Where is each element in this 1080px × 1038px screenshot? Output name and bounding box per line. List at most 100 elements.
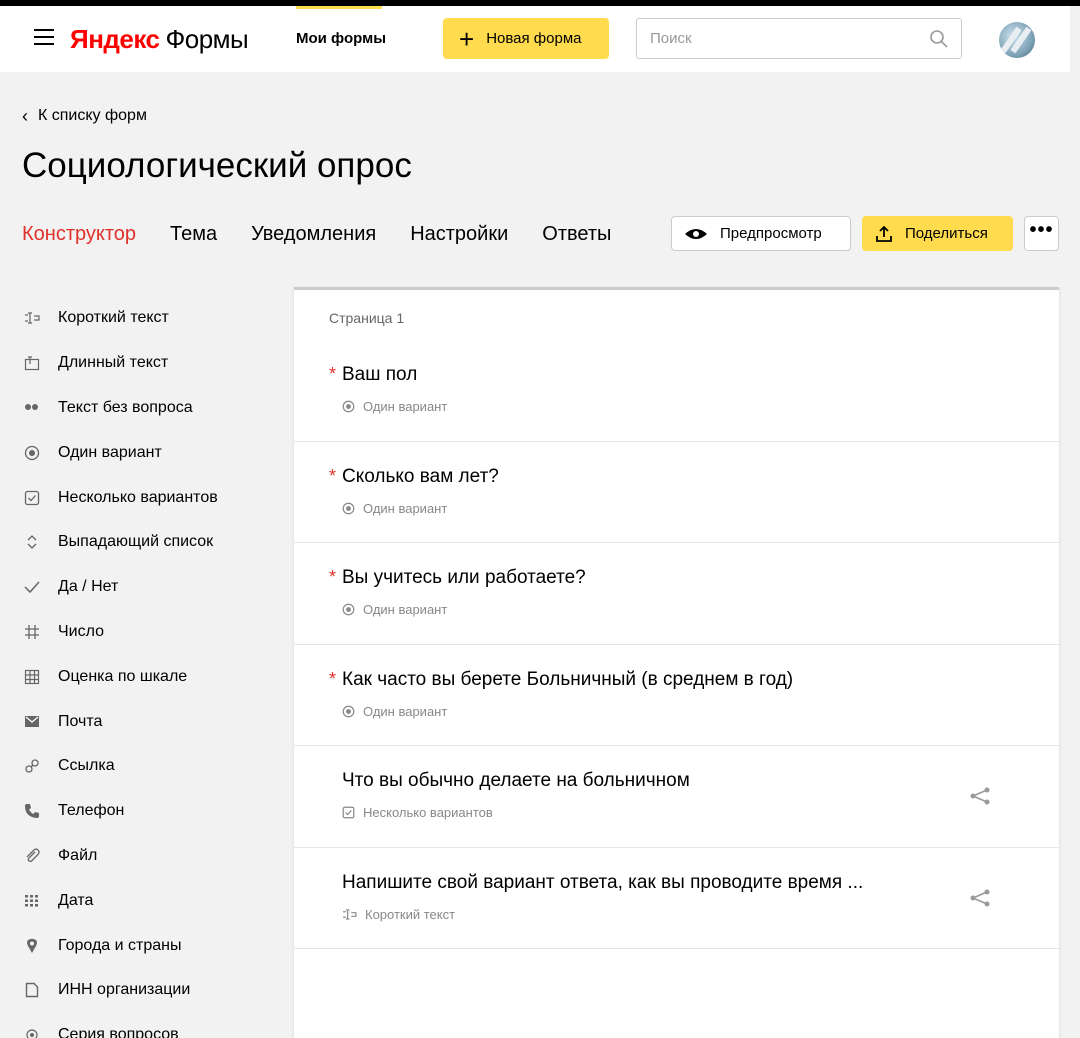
question-title: Вы учитесь или работаете? [342, 567, 586, 588]
question-type-label: Один вариант [363, 500, 448, 516]
menu-icon[interactable] [34, 29, 54, 47]
sidebar-item-multiple-choice[interactable]: Несколько вариантов [22, 475, 282, 520]
question-type: Один вариант [342, 704, 447, 719]
sidebar-item-label: Число [58, 622, 105, 640]
question-type: Несколько вариантов [342, 805, 493, 820]
share-label: Поделиться [905, 225, 988, 242]
sidebar-item-label: Выпадающий список [58, 533, 214, 551]
nav-my-forms[interactable]: Мои формы [296, 30, 386, 47]
logo-product: Формы [165, 24, 249, 54]
new-form-button[interactable]: + Новая форма [443, 18, 609, 59]
tab-notifications[interactable]: Уведомления [251, 222, 376, 246]
grid-icon [22, 669, 42, 685]
question-type-label: Один вариант [363, 399, 448, 414]
short-text-icon [22, 312, 42, 324]
sidebar-item-cities[interactable]: Города и страны [22, 923, 282, 968]
question-card[interactable]: * Сколько вам лет? Один вариант [294, 442, 1059, 543]
question-type-label: Короткий текст [365, 906, 456, 922]
dropdown-icon [22, 534, 42, 550]
sidebar-item-yes-no[interactable]: Да / Нет [22, 565, 282, 610]
sidebar-item-series[interactable]: Серия вопросов [22, 1013, 282, 1038]
sidebar-item-label: Один вариант [58, 443, 162, 461]
check-icon [22, 580, 42, 594]
sidebar-item-long-text[interactable]: Длинный текст [22, 341, 282, 386]
sidebar-item-email[interactable]: Почта [22, 699, 282, 744]
sidebar-item-label: Текст без вопроса [58, 398, 193, 416]
sidebar-item-label: Дата [58, 891, 94, 909]
location-icon [22, 938, 42, 954]
sidebar-item-label: Длинный текст [58, 354, 169, 372]
chevron-left-icon: ‹ [22, 106, 28, 126]
tab-settings[interactable]: Настройки [410, 222, 508, 246]
sidebar-item-label: Серия вопросов [58, 1026, 179, 1038]
question-card[interactable]: * Ваш пол Один вариант [294, 340, 1059, 442]
page-title: Социологический опрос [22, 146, 412, 185]
question-type-label: Один вариант [363, 602, 448, 617]
question-title: Как часто вы берете Больничный (в средне… [342, 668, 794, 690]
logo-brand: Яндекс [70, 24, 160, 54]
question-title: Ваш пол [342, 364, 418, 385]
question-type: Один вариант [342, 501, 447, 516]
search-input[interactable] [637, 19, 907, 58]
tab-answers[interactable]: Ответы [542, 222, 611, 246]
required-marker: * [329, 668, 337, 689]
question-card[interactable]: * Вы учитесь или работаете? Один вариант [294, 543, 1059, 645]
document-icon [22, 982, 42, 998]
sidebar-item-phone[interactable]: Телефон [22, 789, 282, 834]
branch-logic-icon[interactable] [969, 888, 991, 908]
question-card[interactable]: Напишите свой вариант ответа, как вы про… [294, 848, 1059, 949]
question-title: Что вы обычно делаете на больничном [342, 770, 690, 791]
calendar-icon [22, 894, 42, 908]
series-icon [22, 1027, 42, 1038]
question-type: Один вариант [342, 602, 447, 617]
sidebar-item-label: Телефон [58, 802, 125, 820]
checkbox-icon [342, 806, 355, 819]
preview-button[interactable]: Предпросмотр [671, 216, 851, 251]
avatar[interactable] [999, 22, 1035, 58]
sidebar-item-label: Города и страны [58, 936, 182, 954]
question-type-label: Несколько вариантов [363, 805, 493, 820]
back-to-forms-link[interactable]: ‹ К списку форм [22, 107, 147, 125]
more-dots-icon: ••• [1029, 218, 1054, 241]
radio-icon [342, 705, 355, 717]
sidebar-item-text-no-question[interactable]: Текст без вопроса [22, 386, 282, 431]
sidebar-item-label: Ссылка [58, 757, 115, 775]
tab-constructor[interactable]: Конструктор [22, 222, 136, 246]
radio-icon [22, 445, 42, 461]
nav-active-indicator [296, 6, 382, 9]
paperclip-icon [22, 848, 42, 864]
upload-icon [876, 225, 892, 242]
hash-icon [22, 624, 42, 640]
page-label: Страница 1 [329, 310, 405, 326]
required-marker: * [329, 567, 337, 587]
tabs: Конструктор Тема Уведомления Настройки О… [22, 222, 645, 246]
form-page-panel: Страница 1 * Ваш пол Один вариант * Скол… [294, 287, 1059, 1038]
sidebar-item-short-text[interactable]: Короткий текст [22, 296, 282, 341]
sidebar-item-inn[interactable]: ИНН организации [22, 968, 282, 1013]
sidebar-item-single-choice[interactable]: Один вариант [22, 430, 282, 475]
question-card[interactable]: * Как часто вы берете Больничный (в сред… [294, 645, 1059, 746]
sidebar-item-file[interactable]: Файл [22, 834, 282, 879]
sidebar-item-date[interactable]: Дата [22, 878, 282, 923]
sidebar-item-link[interactable]: Ссылка [22, 744, 282, 789]
question-title: Напишите свой вариант ответа, как вы про… [342, 871, 864, 893]
tab-theme[interactable]: Тема [170, 222, 217, 246]
sidebar-item-scale[interactable]: Оценка по шкале [22, 654, 282, 699]
sidebar-item-label: Почта [58, 712, 103, 730]
eye-icon [685, 228, 707, 239]
sidebar-item-label: Несколько вариантов [58, 488, 218, 506]
share-button[interactable]: Поделиться [862, 216, 1013, 251]
question-types-sidebar: Короткий текст Длинный текст Текст без в… [22, 296, 282, 1038]
long-text-icon [22, 355, 42, 371]
more-button[interactable]: ••• [1024, 216, 1059, 251]
sidebar-item-number[interactable]: Число [22, 610, 282, 655]
required-marker: * [329, 465, 337, 486]
sidebar-item-label: Короткий текст [58, 309, 169, 327]
search-icon[interactable] [929, 29, 949, 49]
branch-logic-icon[interactable] [969, 786, 991, 806]
radio-icon [342, 603, 355, 616]
logo[interactable]: Яндекс Формы [70, 24, 249, 54]
short-text-icon [343, 908, 357, 920]
question-card[interactable]: Что вы обычно делаете на больничном Неск… [294, 746, 1059, 848]
sidebar-item-dropdown[interactable]: Выпадающий список [22, 520, 282, 565]
